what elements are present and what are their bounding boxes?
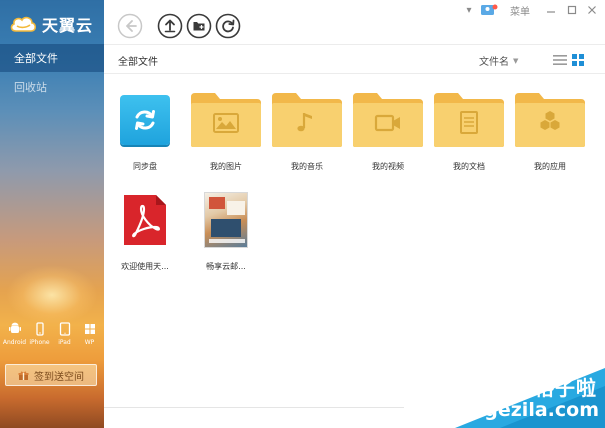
close-icon xyxy=(588,6,596,14)
watermark-cn: 格子啦 xyxy=(534,376,597,400)
file-item-videos[interactable]: 我的视频 xyxy=(350,85,426,172)
cloud-logo-icon xyxy=(10,16,37,32)
new-folder-icon xyxy=(186,13,212,39)
pdf-icon xyxy=(124,195,166,245)
file-name: 同步盘 xyxy=(133,162,157,171)
chevron-down-icon: ▼ xyxy=(513,56,519,65)
sidebar-item-recycle-bin[interactable]: 回收站 xyxy=(0,73,104,101)
close-button[interactable] xyxy=(585,3,599,17)
sidebar-item-label: 回收站 xyxy=(14,81,47,94)
file-name: 欢迎使用天... xyxy=(121,262,169,271)
sidebar: 天翼云 全部文件 回收站 Android iPhone iPad WP 签到送空… xyxy=(0,0,104,428)
platform-label: iPad xyxy=(58,339,71,346)
file-item-pictures[interactable]: 我的图片 xyxy=(188,85,264,172)
main-menu-button[interactable]: 菜单 xyxy=(508,3,532,18)
file-item-documents[interactable]: 我的文档 xyxy=(431,85,507,172)
watermark: 格子啦 gezila.com xyxy=(455,368,605,428)
top-toolbar: ▾ 菜单 xyxy=(104,0,605,44)
image-thumbnail xyxy=(204,192,248,248)
platform-wp[interactable]: WP xyxy=(78,322,102,346)
file-name: 畅享云邮... xyxy=(206,262,246,271)
app-name: 天翼云 xyxy=(42,16,94,35)
new-folder-button[interactable] xyxy=(186,13,212,39)
file-item-mail-image[interactable]: 畅享云邮... xyxy=(188,185,264,272)
refresh-icon xyxy=(215,13,241,39)
windows-phone-icon xyxy=(84,324,95,334)
sync-icon xyxy=(120,95,170,145)
back-icon xyxy=(117,13,143,39)
iphone-icon xyxy=(35,322,44,336)
sign-in-label: 签到送空间 xyxy=(34,371,84,383)
list-view-icon[interactable] xyxy=(553,54,567,66)
platform-label: WP xyxy=(84,339,95,346)
upload-button[interactable] xyxy=(157,13,183,39)
sunset-glow xyxy=(6,265,98,325)
dropdown-arrow-icon[interactable]: ▾ xyxy=(464,3,474,17)
platform-label: iPhone xyxy=(29,339,50,346)
platform-label: Android xyxy=(2,339,27,346)
maximize-button[interactable] xyxy=(565,3,579,17)
platform-ipad[interactable]: iPad xyxy=(53,322,77,346)
file-name: 我的文档 xyxy=(453,162,485,171)
folder-icon xyxy=(272,93,342,147)
sidebar-item-label: 全部文件 xyxy=(14,52,58,65)
folder-icon xyxy=(515,93,585,147)
folder-icon xyxy=(434,93,504,147)
file-name: 我的音乐 xyxy=(291,162,323,171)
platform-links: Android iPhone iPad WP xyxy=(0,322,104,346)
maximize-icon xyxy=(567,5,577,15)
avatar-icon xyxy=(481,4,498,15)
sign-in-bonus-button[interactable]: 签到送空间 xyxy=(5,364,97,386)
grid-view-icon[interactable] xyxy=(572,54,584,66)
upload-icon xyxy=(157,13,183,39)
breadcrumb[interactable]: 全部文件 xyxy=(118,53,158,68)
file-name: 我的应用 xyxy=(534,162,566,171)
file-item-welcome-pdf[interactable]: 欢迎使用天... xyxy=(107,185,183,272)
folder-icon xyxy=(191,93,261,147)
minimize-button[interactable] xyxy=(544,3,558,17)
platform-iphone[interactable]: iPhone xyxy=(28,322,52,346)
sort-label: 文件名 xyxy=(479,57,509,68)
ipad-icon xyxy=(59,322,70,336)
file-item-sync[interactable]: 同步盘 xyxy=(107,85,183,172)
file-item-apps[interactable]: 我的应用 xyxy=(512,85,588,172)
file-name: 我的视频 xyxy=(372,162,404,171)
breadcrumb-bar: 全部文件 文件名 ▼ xyxy=(104,44,605,74)
platform-android[interactable]: Android xyxy=(3,322,27,346)
sort-dropdown[interactable]: 文件名 ▼ xyxy=(479,53,519,69)
file-item-music[interactable]: 我的音乐 xyxy=(269,85,345,172)
sidebar-item-all-files[interactable]: 全部文件 xyxy=(0,44,104,72)
gift-icon xyxy=(18,370,29,380)
file-name: 我的图片 xyxy=(210,162,242,171)
watermark-en: gezila.com xyxy=(484,399,599,421)
minimize-icon xyxy=(547,11,555,13)
back-button[interactable] xyxy=(117,13,143,39)
refresh-button[interactable] xyxy=(215,13,241,39)
divider xyxy=(104,407,404,408)
app-logo: 天翼云 xyxy=(8,12,93,36)
user-avatar[interactable] xyxy=(480,3,498,17)
folder-icon xyxy=(353,93,423,147)
android-icon xyxy=(8,322,21,333)
